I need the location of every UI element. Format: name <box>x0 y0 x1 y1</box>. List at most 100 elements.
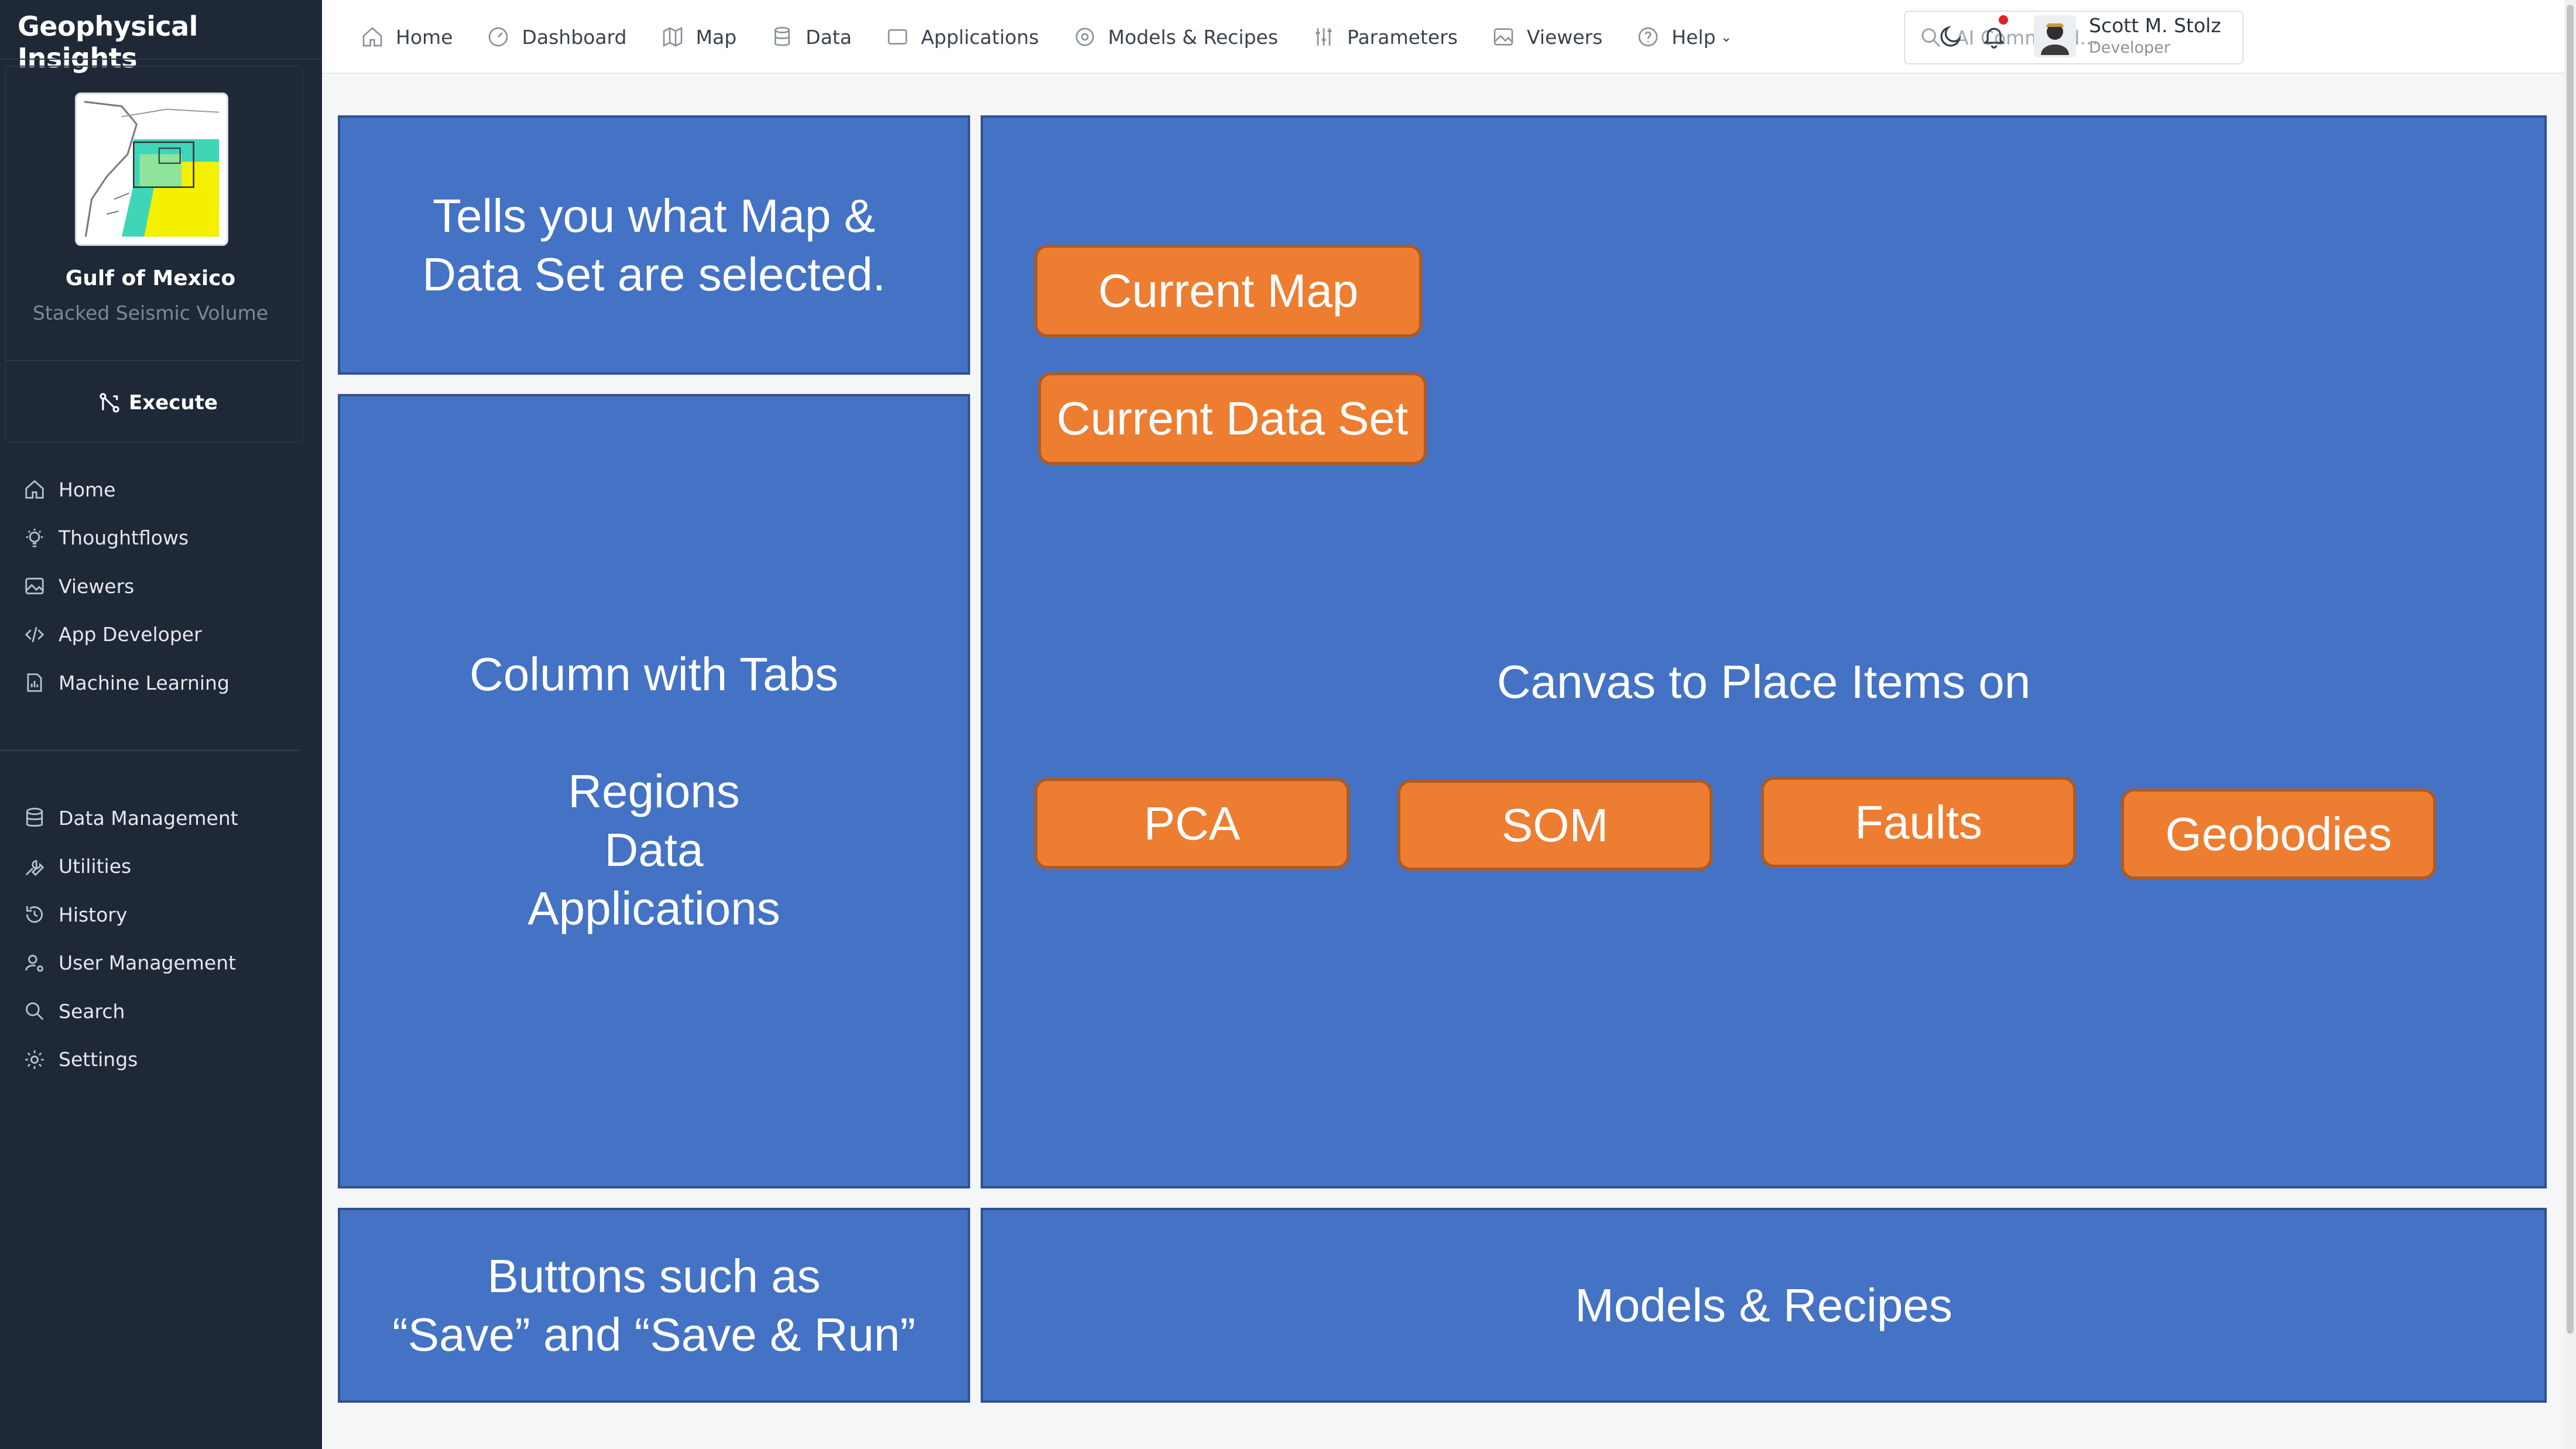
search-icon <box>26 1002 44 1020</box>
window-icon <box>888 29 907 44</box>
image-icon <box>1493 28 1513 46</box>
database-icon <box>775 26 790 46</box>
user-role: Developer <box>2089 39 2170 57</box>
current-map-item[interactable]: Current Map <box>1034 245 1422 337</box>
sidebar-item-label: Utilities <box>59 855 132 878</box>
selection-info-panel: Tells you what Map & Data Set are select… <box>338 115 970 375</box>
sidebar-item-utilities[interactable]: Utilities <box>23 842 238 891</box>
sidebar-item-label: Viewers <box>59 574 135 598</box>
notification-badge <box>1999 15 2008 25</box>
divider <box>5 360 301 361</box>
project-map-thumbnail[interactable] <box>75 93 228 246</box>
topnav-viewers[interactable]: Viewers <box>1492 22 1602 52</box>
faults-item[interactable]: Faults <box>1761 777 2076 868</box>
sidebar-item-label: Search <box>59 999 125 1023</box>
sidebar-item-home[interactable]: Home <box>23 465 229 514</box>
topnav-home[interactable]: Home <box>361 22 453 52</box>
wrench-icon <box>25 859 44 876</box>
avatar-image <box>2034 15 2076 57</box>
buttons-panel: Buttons such as “Save” and “Save & Run” <box>338 1208 970 1403</box>
sidebar: Geophysical Insights Gulf of Mexico Stac… <box>0 0 322 1449</box>
sidebar-item-label: Thoughtflows <box>59 526 189 550</box>
database-icon <box>26 807 43 827</box>
execute-button[interactable]: Execute <box>98 389 218 416</box>
image-icon <box>25 578 44 595</box>
topnav-label: Applications <box>920 25 1039 49</box>
chevron-down-icon: ⌄ <box>1720 29 1732 45</box>
sidebar-item-app-developer[interactable]: App Developer <box>23 611 229 659</box>
topnav-label: Home <box>396 25 453 49</box>
brand-logo-text[interactable]: Geophysical Insights <box>18 11 322 74</box>
avatar[interactable] <box>2034 15 2076 57</box>
sidebar-item-user-management[interactable]: User Management <box>23 939 238 988</box>
top-nav: Home Dashboard Map Data Applications Mod… <box>361 22 1766 52</box>
document-chart-icon <box>27 673 42 692</box>
scrollbar-thumb[interactable] <box>2567 5 2574 1334</box>
execute-label: Execute <box>129 391 218 415</box>
gear-icon <box>25 1050 44 1069</box>
divider <box>0 59 322 60</box>
topnav-dashboard[interactable]: Dashboard <box>487 22 627 52</box>
selection-info-text: Tells you what Map & Data Set are select… <box>422 189 886 300</box>
home-icon <box>25 480 44 499</box>
sidebar-item-label: App Developer <box>59 623 202 646</box>
dark-mode-toggle-icon[interactable] <box>1938 23 1964 49</box>
som-item[interactable]: SOM <box>1397 780 1712 871</box>
sidebar-primary-nav: Home Thoughtflows Viewers App Developer … <box>23 465 229 707</box>
models-recipes-text: Models & Recipes <box>1575 1279 1952 1331</box>
notification-bell-icon[interactable] <box>1981 23 2007 49</box>
sidebar-secondary-nav: Data Management Utilities History User M… <box>23 794 238 1084</box>
project-name: Gulf of Mexico <box>65 266 236 290</box>
sidebar-item-machine-learning[interactable]: Machine Learning <box>23 659 229 707</box>
buttons-panel-text: Buttons such as “Save” and “Save & Run” <box>392 1249 916 1361</box>
topnav-applications[interactable]: Applications <box>886 22 1039 52</box>
lightbulb-icon <box>26 528 43 547</box>
user-name[interactable]: Scott M. Stolz <box>2089 14 2221 37</box>
topnav-map[interactable]: Map <box>661 22 737 52</box>
topnav-label: Map <box>696 25 737 49</box>
topnav-label: Models & Recipes <box>1108 25 1279 49</box>
sidebar-item-search[interactable]: Search <box>23 987 238 1036</box>
pca-item[interactable]: PCA <box>1034 778 1349 869</box>
cog-circle-icon <box>1075 28 1094 46</box>
topnav-help[interactable]: Help ⌄ <box>1636 22 1732 52</box>
sidebar-item-thoughtflows[interactable]: Thoughtflows <box>23 514 229 563</box>
home-icon <box>362 27 382 47</box>
topnav-label: Help <box>1671 25 1716 49</box>
topnav-label: Viewers <box>1526 25 1603 49</box>
geobodies-item[interactable]: Geobodies <box>2121 789 2436 879</box>
sidebar-item-viewers[interactable]: Viewers <box>23 562 229 611</box>
topnav-label: Parameters <box>1347 25 1458 49</box>
sidebar-item-label: History <box>59 903 128 926</box>
tabs-column-text: Column with Tabs Regions Data Applicatio… <box>470 648 838 934</box>
map-thumbnail-image <box>77 94 227 244</box>
sidebar-item-label: Settings <box>59 1048 138 1071</box>
map-icon <box>663 26 682 47</box>
sidebar-item-label: Home <box>59 478 116 501</box>
models-recipes-panel: Models & Recipes <box>981 1208 2547 1403</box>
divider <box>0 749 300 751</box>
project-subtitle: Stacked Seismic Volume <box>32 302 269 324</box>
top-navbar: Home Dashboard Map Data Applications Mod… <box>322 0 2564 74</box>
user-gear-icon <box>25 954 43 972</box>
gauge-icon <box>489 27 508 47</box>
code-icon <box>25 626 44 642</box>
history-icon <box>26 906 43 923</box>
execute-icon <box>100 393 119 413</box>
topnav-label: Data <box>806 25 852 49</box>
topnav-data[interactable]: Data <box>770 22 852 52</box>
help-circle-icon <box>1638 27 1658 47</box>
sidebar-item-label: User Management <box>59 951 237 975</box>
sliders-icon <box>1316 28 1332 46</box>
tabs-column-panel: Column with Tabs Regions Data Applicatio… <box>338 394 970 1188</box>
sidebar-item-label: Machine Learning <box>59 671 229 694</box>
sidebar-item-history[interactable]: History <box>23 890 238 939</box>
topnav-parameters[interactable]: Parameters <box>1312 22 1458 52</box>
sidebar-item-label: Data Management <box>59 806 238 830</box>
sidebar-item-data-management[interactable]: Data Management <box>23 794 238 842</box>
canvas-title: Canvas to Place Items on <box>1496 656 2031 708</box>
topnav-models-recipes[interactable]: Models & Recipes <box>1073 22 1279 52</box>
topnav-label: Dashboard <box>522 25 627 49</box>
current-data-set-item[interactable]: Current Data Set <box>1038 372 1427 465</box>
sidebar-item-settings[interactable]: Settings <box>23 1036 238 1084</box>
